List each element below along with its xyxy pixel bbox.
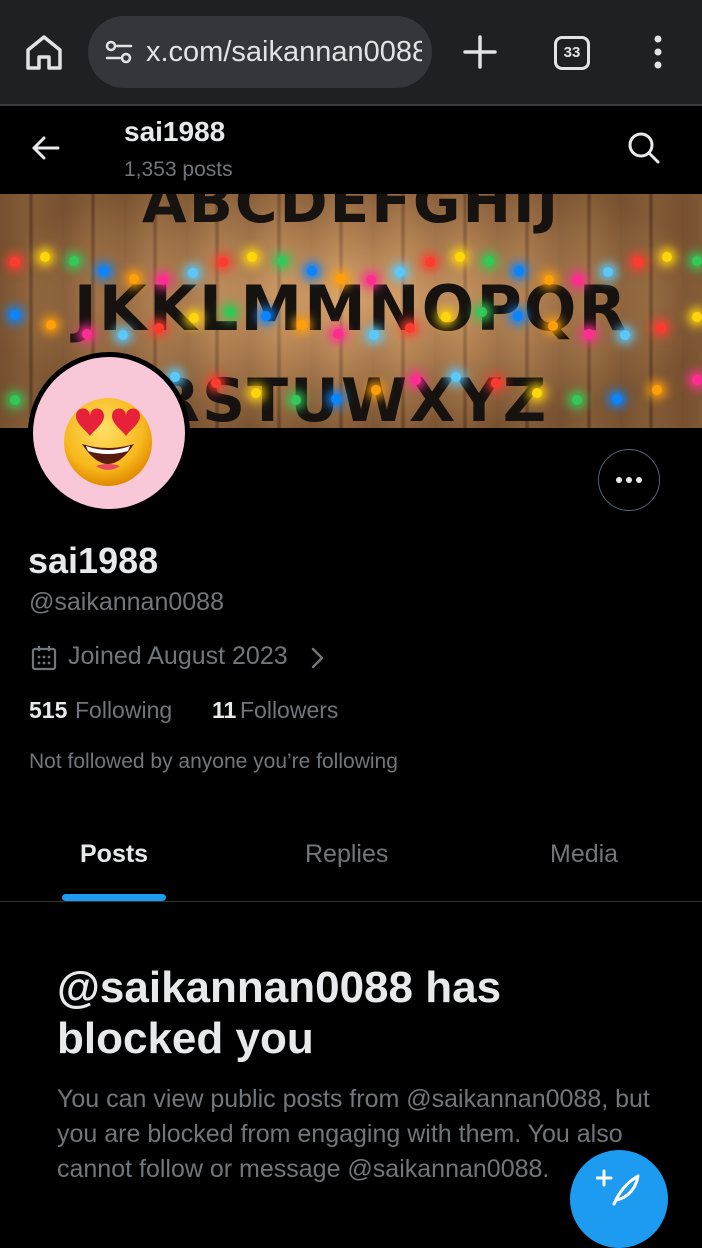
light-bulb (187, 267, 198, 278)
followers-label[interactable]: Followers (240, 697, 338, 724)
header-title: sai1988 (124, 116, 226, 147)
light-bulb (128, 274, 139, 285)
chevron-right-icon[interactable] (308, 646, 326, 670)
light-bulb (651, 384, 662, 395)
light-bulb (217, 257, 228, 268)
tab-switcher-icon[interactable]: 33 (554, 36, 590, 70)
tabs-divider (0, 901, 702, 902)
joined-date[interactable]: Joined August 2023 (68, 642, 288, 671)
following-count[interactable]: 515 (29, 697, 67, 724)
light-bulb (250, 388, 261, 399)
url-text[interactable]: x.com/saikannan0088 (146, 34, 422, 70)
light-bulb (261, 310, 272, 321)
tab-media[interactable]: Media (550, 840, 618, 869)
heart-eyes-emoji-icon (60, 392, 156, 488)
light-bulb (371, 385, 382, 396)
calendar-icon (30, 644, 58, 672)
more-options-button[interactable] (598, 449, 660, 511)
light-bulb (454, 252, 465, 263)
site-settings-icon[interactable] (104, 38, 134, 66)
light-bulb (476, 307, 487, 318)
search-icon[interactable] (624, 128, 664, 168)
active-tab-indicator (62, 894, 166, 901)
light-bulb (512, 310, 523, 321)
blocked-title: @saikannan0088 has blocked you (57, 963, 502, 1063)
plus-icon[interactable] (460, 30, 500, 74)
address-bar[interactable]: x.com/saikannan0088 (88, 16, 432, 88)
light-bulb (153, 322, 164, 333)
light-bulb (306, 265, 317, 276)
back-arrow-icon[interactable] (28, 130, 64, 166)
not-followed-note: Not followed by anyone you’re following (29, 750, 398, 773)
light-bulb (117, 330, 128, 341)
home-icon[interactable] (22, 30, 66, 74)
followers-count[interactable]: 11 (212, 697, 236, 724)
light-bulb (656, 322, 667, 333)
light-bulb (514, 265, 525, 276)
compose-post-icon (595, 1168, 642, 1208)
light-bulb (365, 275, 376, 286)
light-bulb (98, 265, 109, 276)
profile-handle: @saikannan0088 (29, 588, 224, 616)
light-bulb (611, 393, 622, 404)
following-label[interactable]: Following (75, 697, 172, 724)
light-bulb (39, 252, 50, 263)
banner-letters-row1: ABCDEFGHIJ (141, 194, 561, 236)
profile-name: sai1988 (28, 540, 159, 581)
blocked-message: You can view public posts from @saikanna… (57, 1085, 650, 1183)
more-vert-icon[interactable] (648, 32, 668, 72)
banner-letters-row2: JKKLMMNOPQR (73, 272, 629, 345)
light-bulb (276, 255, 287, 266)
light-bulb (632, 256, 643, 267)
toolbar-divider (0, 104, 702, 106)
light-bulb (404, 322, 415, 333)
tab-posts[interactable]: Posts (80, 840, 148, 869)
tab-replies[interactable]: Replies (305, 840, 388, 869)
light-bulb (330, 394, 341, 404)
header-post-count: 1,353 posts (124, 158, 233, 181)
light-bulb (81, 329, 92, 340)
more-horiz-icon (616, 477, 642, 483)
light-bulb (69, 255, 80, 266)
light-bulb (543, 274, 554, 285)
light-bulb (531, 388, 542, 399)
light-bulb (210, 377, 221, 388)
